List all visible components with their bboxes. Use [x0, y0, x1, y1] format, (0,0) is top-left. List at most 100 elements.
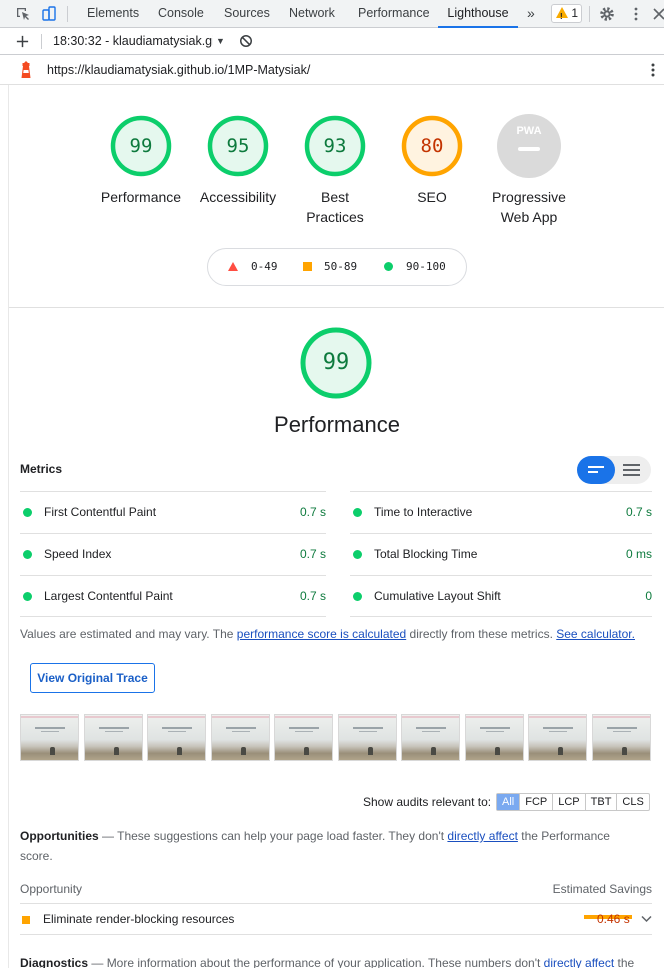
close-devtools-icon[interactable] — [651, 6, 664, 22]
report-url-bar: https://klaudiamatysiak.github.io/1MP-Ma… — [0, 55, 664, 85]
metric-row: Total Blocking Time 0 ms — [350, 533, 652, 575]
filter-chip-fcp[interactable]: FCP — [520, 794, 554, 810]
opportunity-name: Eliminate render-blocking resources — [43, 912, 235, 926]
filmstrip-frame — [528, 714, 587, 761]
new-report-plus-icon[interactable] — [15, 34, 30, 49]
performance-score-gauge: 99 — [299, 326, 373, 400]
performance-score: 99 — [129, 135, 153, 157]
metric-name: Time to Interactive — [374, 505, 473, 519]
more-tabs-chevron-icon[interactable]: » — [527, 0, 535, 28]
filter-chip-lcp[interactable]: LCP — [553, 794, 586, 810]
filmstrip-frame — [337, 714, 397, 761]
score-calculated-link[interactable]: performance score is calculated — [237, 627, 406, 641]
pass-circle-icon — [353, 592, 362, 601]
filter-chip-all[interactable]: All — [497, 794, 521, 810]
filmstrip-frame — [274, 714, 333, 761]
best-practices-label: Best Practices — [306, 189, 364, 225]
compact-view-button[interactable] — [577, 456, 615, 484]
metric-value: 0 ms — [625, 547, 652, 561]
metrics-view-toggle[interactable] — [577, 456, 651, 484]
lighthouse-logo-icon — [21, 61, 31, 78]
inspect-element-icon[interactable] — [15, 6, 31, 22]
opportunities-table-header: Opportunity Estimated Savings — [20, 882, 652, 896]
metric-name: Total Blocking Time — [374, 547, 478, 561]
metric-value: 0.7 s — [299, 505, 326, 519]
score-scale-legend: 0-49 50-89 90-100 — [207, 248, 467, 286]
filmstrip-frame — [210, 714, 270, 761]
filter-chip-tbt[interactable]: TBT — [586, 794, 618, 810]
filmstrip-frame — [83, 714, 143, 761]
section-divider — [9, 307, 664, 308]
report-url[interactable]: https://klaudiamatysiak.github.io/1MP-Ma… — [47, 63, 310, 77]
tab-console[interactable]: Console — [158, 0, 204, 28]
report-dropdown-chevron-icon[interactable]: ▼ — [216, 34, 225, 48]
metrics-estimate-note: Values are estimated and may vary. The p… — [20, 627, 635, 641]
performance-label: Performance — [100, 189, 182, 205]
tab-network[interactable]: Network — [289, 0, 335, 28]
lighthouse-report: 99 Performance 95 Accessibility 93 Best Practi… — [8, 85, 664, 968]
tab-lighthouse[interactable]: Lighthouse — [438, 0, 518, 28]
seo-score: 80 — [420, 135, 444, 157]
report-menu-icon[interactable] — [648, 62, 658, 78]
metric-value: 0.7 s — [625, 505, 652, 519]
fail-triangle-icon — [228, 262, 238, 271]
warning-icon — [556, 7, 568, 25]
metric-value: 0 — [645, 589, 652, 603]
filmstrip-frame — [401, 714, 460, 761]
warnings-badge[interactable]: 1 — [551, 4, 582, 25]
best-practices-score: 93 — [323, 135, 347, 157]
pwa-gauge[interactable]: PWA — [497, 114, 561, 178]
metric-row: Time to Interactive 0.7 s — [350, 491, 652, 533]
metric-row: Speed Index 0.7 s — [20, 533, 326, 575]
filmstrip-frame — [147, 714, 206, 761]
filmstrip-frame — [20, 714, 79, 761]
report-selector[interactable]: 18:30:32 - klaudiamatysiak.gith — [53, 34, 213, 48]
metrics-heading: Metrics — [20, 462, 63, 476]
audit-filter-label: Show audits relevant to: — [363, 795, 492, 809]
average-square-icon — [303, 262, 312, 271]
lighthouse-toolbar: 18:30:32 - klaudiamatysiak.gith ▼ — [0, 28, 664, 55]
filter-chip-cls[interactable]: CLS — [617, 794, 648, 810]
estimated-savings-column: Estimated Savings — [552, 882, 652, 896]
metric-name: First Contentful Paint — [44, 505, 157, 519]
metric-row: First Contentful Paint 0.7 s — [20, 491, 326, 533]
pass-circle-icon — [23, 592, 32, 601]
expanded-view-lines-icon[interactable] — [623, 464, 640, 476]
pass-circle-icon — [384, 262, 393, 271]
filmstrip — [20, 714, 654, 762]
performance-gauge[interactable]: 99 — [109, 114, 173, 178]
see-calculator-link[interactable]: See calculator. — [556, 627, 635, 641]
view-original-trace-button[interactable]: View Original Trace — [30, 663, 155, 693]
metric-name: Largest Contentful Paint — [44, 589, 173, 603]
pass-circle-icon — [353, 508, 362, 517]
more-options-icon[interactable] — [628, 6, 644, 22]
opportunities-description: Opportunities — These suggestions can he… — [20, 829, 610, 863]
warning-count: 1 — [571, 6, 579, 20]
expand-chevron-icon[interactable] — [641, 915, 652, 923]
diagnostics-directly-affect-link[interactable]: directly affect — [544, 956, 614, 968]
device-toolbar-icon[interactable] — [41, 6, 57, 22]
accessibility-gauge[interactable]: 95 — [206, 114, 270, 178]
seo-gauge[interactable]: 80 — [400, 114, 464, 178]
best-practices-gauge[interactable]: 93 — [303, 114, 367, 178]
audit-filter-chips: All FCP LCP TBT CLS — [496, 793, 650, 811]
devtools-tab-bar: Elements Console Sources Network Perform… — [0, 0, 664, 28]
metric-value: 0.7 s — [299, 547, 326, 561]
seo-label: SEO — [417, 189, 447, 205]
pass-circle-icon — [353, 550, 362, 559]
tab-elements[interactable]: Elements — [87, 0, 139, 28]
opportunity-column: Opportunity — [20, 882, 83, 896]
opportunities-heading: Opportunities — [20, 829, 99, 843]
filmstrip-frame — [464, 714, 524, 761]
metric-value: 0.7 s — [299, 589, 326, 603]
tab-sources[interactable]: Sources — [224, 0, 270, 28]
opportunity-row[interactable]: Eliminate render-blocking resources 0.46… — [20, 903, 652, 935]
metric-row: Cumulative Layout Shift 0 — [350, 575, 652, 617]
diagnostics-description: Diagnostics — More information about the… — [20, 956, 635, 968]
tab-performance[interactable]: Performance — [358, 0, 430, 28]
directly-affect-link[interactable]: directly affect — [447, 829, 517, 843]
clear-reports-icon[interactable] — [239, 34, 253, 48]
settings-gear-icon[interactable] — [599, 6, 615, 22]
metric-name: Cumulative Layout Shift — [374, 589, 501, 603]
pwa-score: PWA — [516, 125, 542, 137]
